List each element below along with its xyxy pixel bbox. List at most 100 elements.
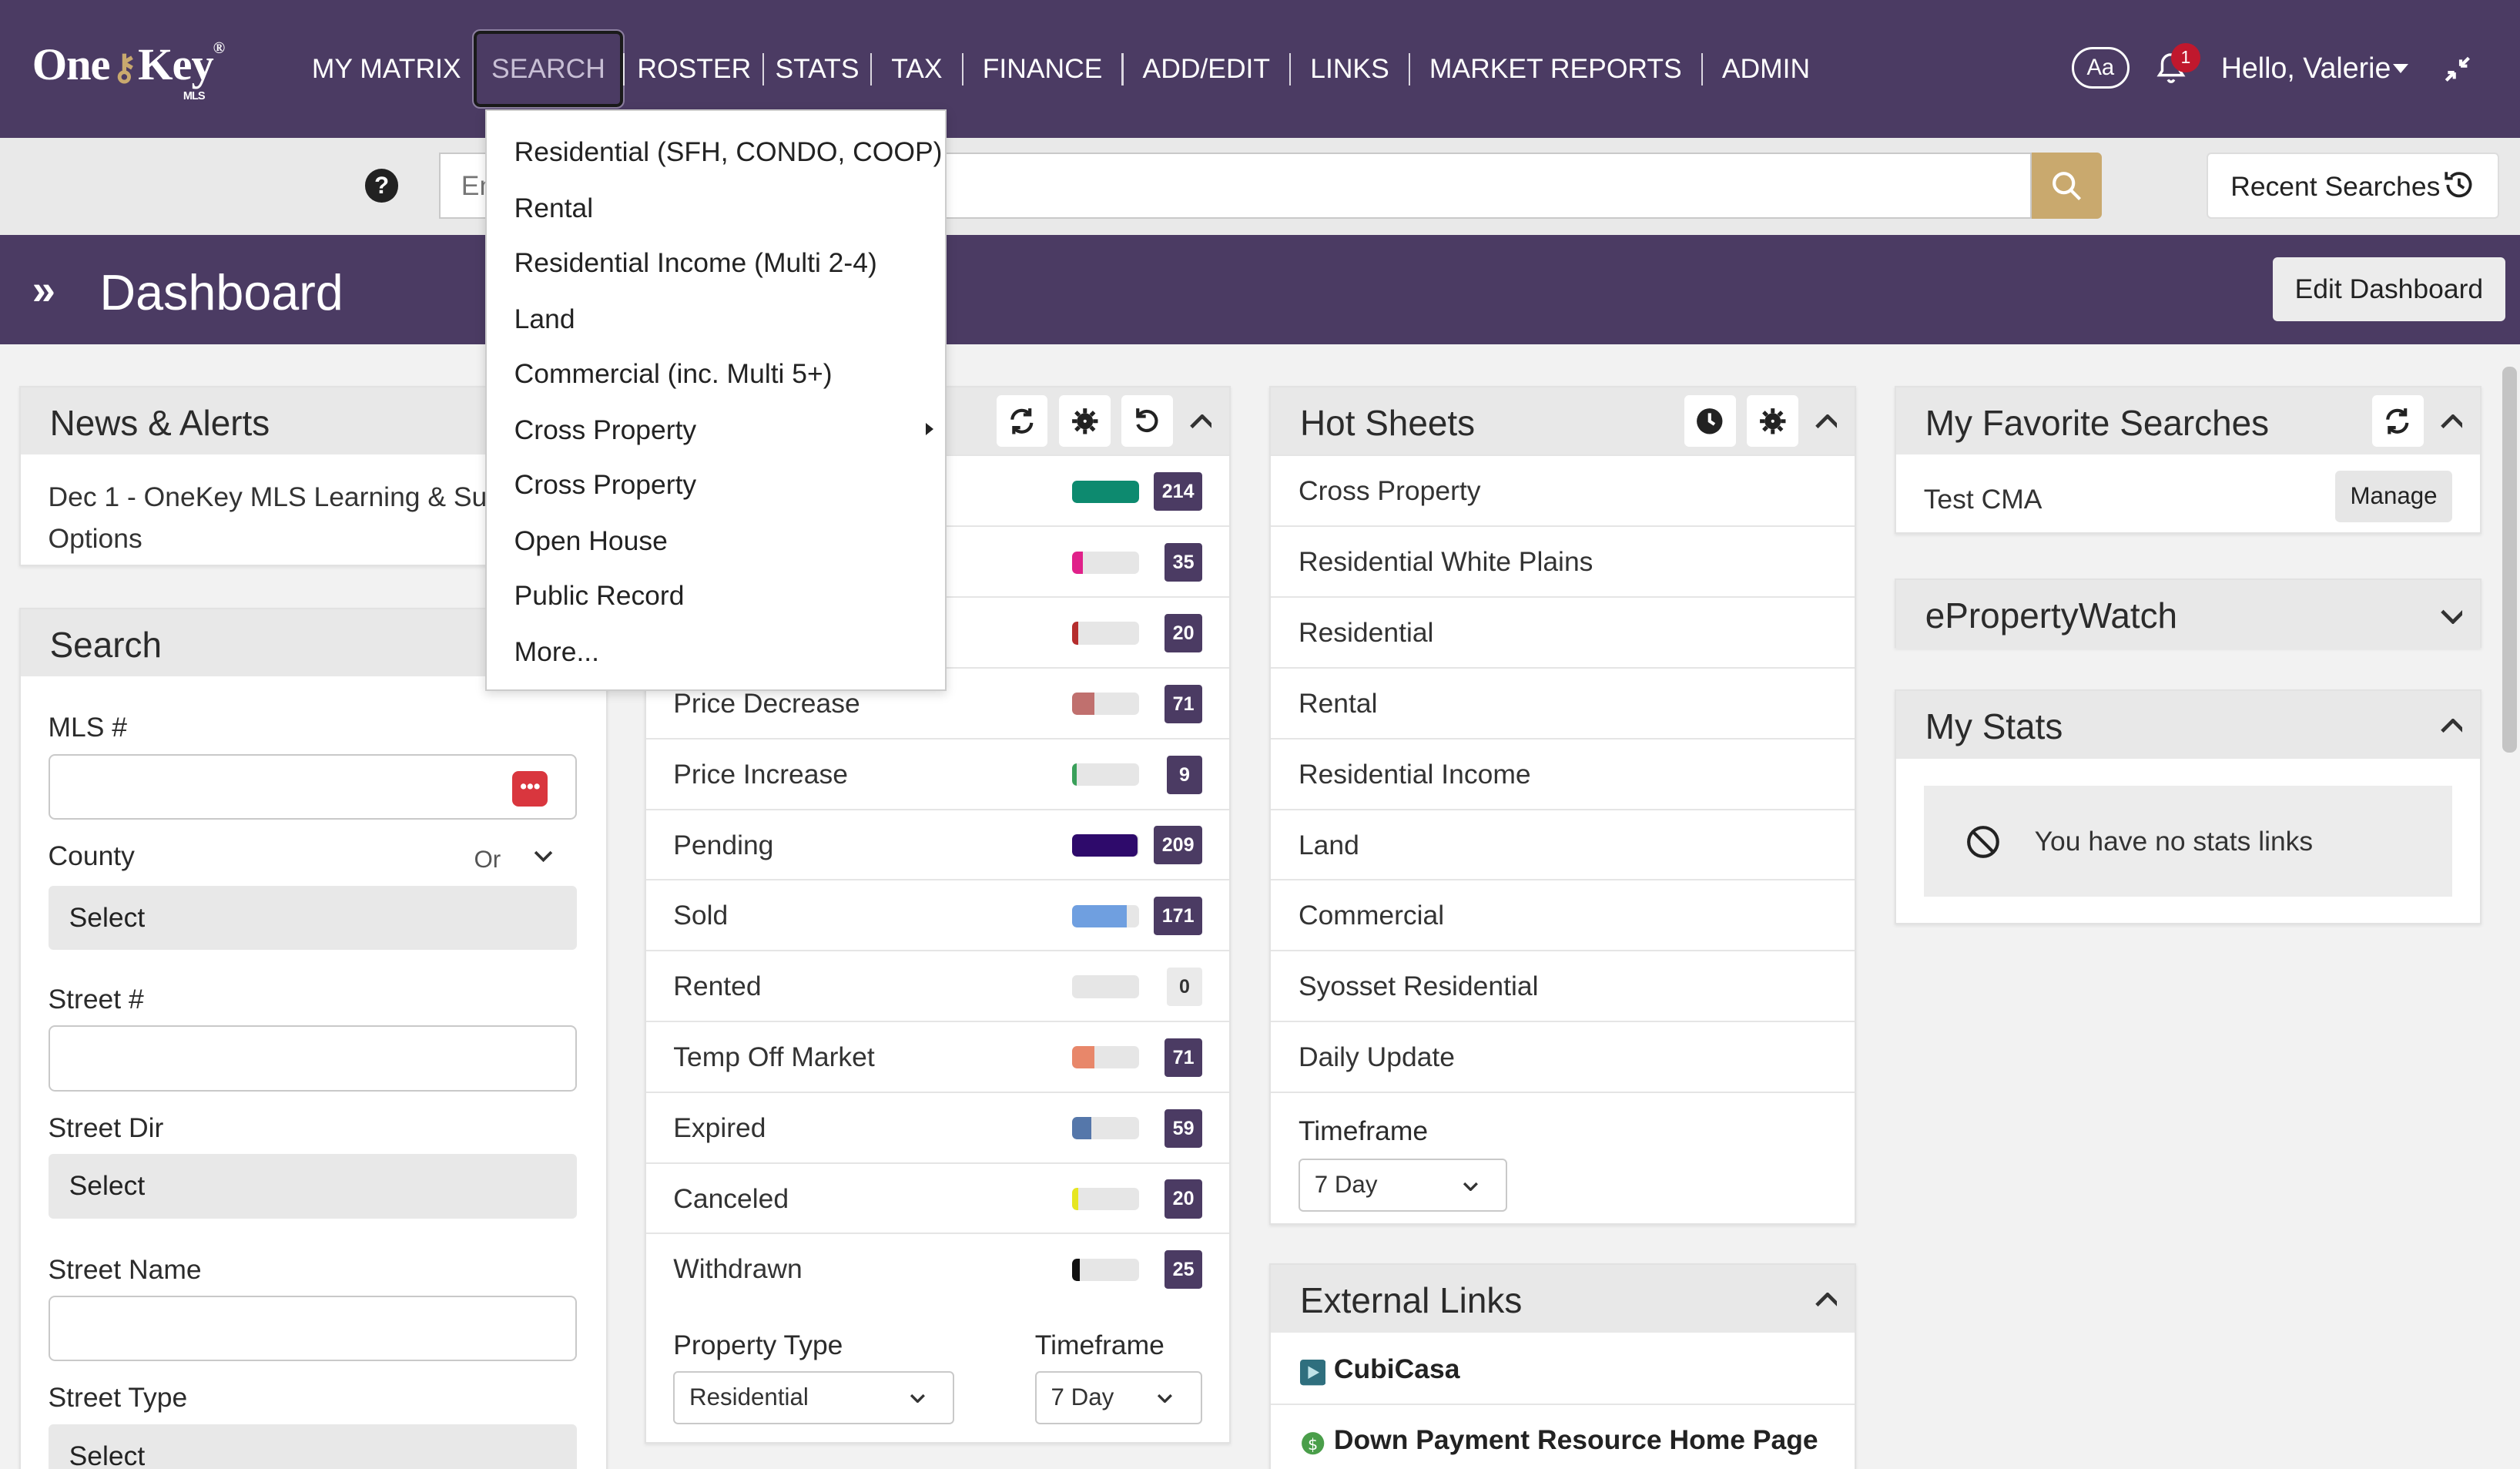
market-watch-row[interactable]: Canceled 20 [645,1162,1230,1233]
market-watch-count[interactable]: 209 [1154,826,1202,865]
hot-sheet-item[interactable]: Syosset Residential [1271,950,1855,1021]
county-select[interactable]: Select [48,885,578,951]
search-button[interactable] [2031,153,2103,219]
chevron-up-icon[interactable] [1815,1292,1837,1307]
menu-item-public-record[interactable]: Public Record [514,580,685,612]
market-watch-label: Price Decrease [673,687,860,719]
edit-dashboard-button[interactable]: Edit Dashboard [2272,257,2506,322]
nav-stats[interactable]: STATS [764,53,870,85]
chevron-down-icon[interactable] [534,850,553,864]
nav-links[interactable]: LINKS [1291,53,1409,85]
hot-sheets-timeframe-select[interactable]: 7 Day [1298,1159,1508,1212]
nav-my-matrix[interactable]: MY MATRIX [305,53,472,85]
menu-item-cross-property[interactable]: Cross Property [514,469,697,501]
timeframe-select[interactable]: 7 Day [1034,1370,1202,1424]
market-watch-row[interactable]: Withdrawn 25 [645,1233,1230,1303]
hot-sheet-item[interactable]: Residential Income [1271,737,1855,809]
nav-market-reports[interactable]: MARKET REPORTS [1410,53,1701,85]
nav-search[interactable]: SEARCH [472,29,625,109]
menu-item-more[interactable]: More... [514,636,599,668]
chevron-up-icon[interactable] [2440,414,2462,429]
market-watch-row[interactable]: Sold 171 [645,879,1230,950]
manage-button[interactable]: Manage [2334,471,2453,523]
panel-header[interactable]: ePropertyWatch [1896,580,2480,649]
refresh-icon [1010,407,1034,434]
help-icon[interactable]: ? [364,169,399,203]
external-link-item[interactable]: CubiCasa [1271,1333,1855,1404]
news-item[interactable]: Dec 1 - OneKey MLS Learning & Sup Option… [49,476,503,560]
county-mode[interactable]: Or [474,846,501,874]
market-watch-count[interactable]: 214 [1154,472,1202,511]
street-type-value: Select [69,1440,146,1469]
hot-sheet-item[interactable]: Residential [1271,596,1855,667]
password-dots-icon[interactable]: ••• [512,771,548,807]
refresh-button[interactable] [2371,395,2424,447]
panel-header: My Favorite Searches [1896,387,2480,455]
hot-sheet-item[interactable]: Daily Update [1271,1020,1855,1092]
market-watch-count[interactable]: 71 [1164,1038,1202,1077]
menu-item-residential-income[interactable]: Residential Income (Multi 2-4) [514,247,877,279]
gear-icon [1071,407,1098,434]
market-watch-count[interactable]: 71 [1164,684,1202,723]
street-dir-select[interactable]: Select [48,1154,578,1219]
font-size-button[interactable]: Aa [2071,46,2130,89]
market-watch-count[interactable]: 171 [1154,897,1202,936]
street-name-input[interactable] [48,1295,578,1362]
hot-sheet-item[interactable]: Rental [1271,666,1855,738]
favorite-search-item[interactable]: Test CMA [1924,484,2042,515]
hot-sheet-item[interactable]: Land [1271,808,1855,880]
double-chevron-right-icon[interactable]: » [32,270,55,311]
menu-item-rental[interactable]: Rental [514,193,594,224]
hot-sheet-item[interactable]: Residential White Plains [1271,525,1855,596]
caret-down-icon[interactable] [2393,64,2409,73]
hot-sheet-item[interactable]: Commercial [1271,879,1855,950]
mls-input[interactable]: ••• [48,753,578,820]
nav-finance[interactable]: FINANCE [963,53,1122,85]
menu-item-open-house[interactable]: Open House [514,525,668,557]
nav-admin[interactable]: ADMIN [1703,53,1829,85]
market-watch-count[interactable]: 20 [1164,1179,1202,1219]
market-watch-count[interactable]: 0 [1167,968,1202,1007]
market-watch-row[interactable]: Temp Off Market 71 [645,1020,1230,1092]
street-number-input[interactable] [48,1025,578,1092]
property-type-select[interactable]: Residential [673,1370,955,1424]
reset-button[interactable] [1121,395,1174,447]
chevron-up-icon[interactable] [1189,414,1212,429]
market-watch-row[interactable]: Pending 209 [645,808,1230,880]
menu-item-cross-property-submenu[interactable]: Cross Property [514,414,697,446]
market-watch-count[interactable]: 9 [1167,755,1202,794]
onekey-logo[interactable]: One⚷Key® MLS [32,39,225,102]
history-button[interactable] [1684,395,1736,447]
panel-header: My Stats [1896,691,2480,759]
timeframe-value: 7 Day [1051,1383,1114,1410]
chevron-up-icon[interactable] [2440,718,2462,733]
external-link-item[interactable]: $ Down Payment Resource Home Page [1271,1403,1855,1469]
nav-tax[interactable]: TAX [872,53,961,85]
hot-sheet-item[interactable]: Cross Property [1271,454,1855,525]
market-watch-row[interactable]: Rented 0 [645,950,1230,1021]
chevron-up-icon[interactable] [1815,414,1837,429]
chevron-down-icon[interactable] [2440,609,2462,624]
user-greeting[interactable]: Hello, Valerie [2221,52,2391,85]
logo-text-one: One [32,39,111,90]
market-watch-row[interactable]: Price Increase 9 [645,737,1230,809]
settings-button[interactable] [1059,395,1111,447]
menu-item-commercial[interactable]: Commercial (inc. Multi 5+) [514,358,833,390]
market-watch-count[interactable]: 20 [1164,613,1202,652]
menu-item-land[interactable]: Land [514,304,575,335]
street-type-select[interactable]: Select [48,1424,578,1469]
nav-roster[interactable]: ROSTER [625,53,762,85]
market-watch-count[interactable]: 25 [1164,1250,1202,1290]
settings-button[interactable] [1747,395,1798,447]
menu-item-residential[interactable]: Residential (SFH, CONDO, COOP) [514,136,943,168]
undo-icon [1136,407,1158,432]
refresh-button[interactable] [996,395,1048,447]
empty-stats-message: You have no stats links [2034,826,2314,857]
recent-searches-label: Recent Searches [2230,171,2441,203]
market-watch-count[interactable]: 35 [1164,543,1202,582]
compress-icon[interactable] [2441,53,2474,86]
market-watch-count[interactable]: 59 [1164,1108,1202,1148]
market-watch-row[interactable]: Expired 59 [645,1091,1230,1162]
nav-add-edit[interactable]: ADD/EDIT [1124,53,1290,85]
page-scrollbar-thumb[interactable] [2502,366,2517,753]
